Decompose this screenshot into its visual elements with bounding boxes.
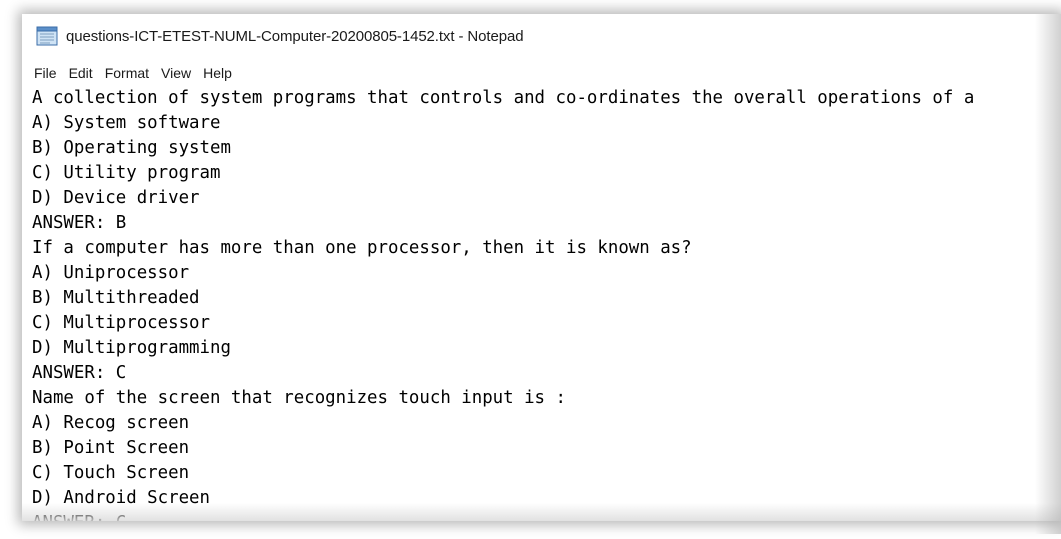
menu-help[interactable]: Help <box>197 62 238 84</box>
text-line: A collection of system programs that con… <box>32 88 975 108</box>
text-line: ANSWER: C <box>32 363 127 383</box>
text-editor-area[interactable]: A collection of system programs that con… <box>22 86 1061 521</box>
text-line: ANSWER: C <box>22 511 1061 521</box>
text-line: B) Point Screen <box>32 438 190 458</box>
window-title: questions-ICT-ETEST-NUML-Computer-202008… <box>66 27 524 45</box>
text-line: B) Multithreaded <box>32 288 200 308</box>
text-line: C) Utility program <box>32 163 221 183</box>
text-line: If a computer has more than one processo… <box>32 238 692 258</box>
text-line: A) Uniprocessor <box>32 263 190 283</box>
text-line: D) Android Screen <box>32 488 210 508</box>
title-bar[interactable]: questions-ICT-ETEST-NUML-Computer-202008… <box>22 14 1061 58</box>
notepad-window: questions-ICT-ETEST-NUML-Computer-202008… <box>22 14 1061 521</box>
text-line: ANSWER: B <box>32 213 127 233</box>
text-line: Name of the screen that recognizes touch… <box>32 388 566 408</box>
menu-view[interactable]: View <box>155 62 197 84</box>
text-line: A) Recog screen <box>32 413 190 433</box>
text-line: B) Operating system <box>32 138 231 158</box>
menu-bar: File Edit Format View Help <box>22 61 1061 85</box>
text-line: D) Multiprogramming <box>32 338 231 358</box>
text-line: C) Multiprocessor <box>32 313 210 333</box>
text-line: D) Device driver <box>32 188 200 208</box>
text-line: A) System software <box>32 113 221 133</box>
notepad-icon <box>36 26 58 46</box>
text-line: C) Touch Screen <box>32 463 190 483</box>
menu-file[interactable]: File <box>22 62 63 84</box>
menu-edit[interactable]: Edit <box>63 62 99 84</box>
menu-format[interactable]: Format <box>99 62 155 84</box>
